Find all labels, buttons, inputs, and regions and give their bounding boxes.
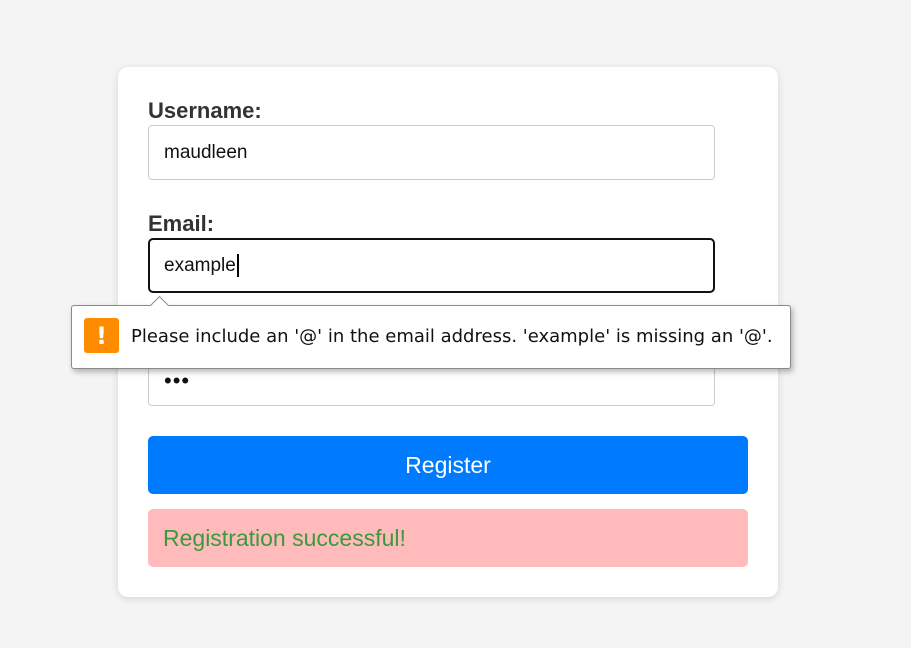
email-label: Email: [148, 211, 215, 236]
register-button[interactable]: Register [148, 436, 748, 494]
password-value: ••• [164, 367, 191, 393]
email-input[interactable]: example [148, 238, 715, 293]
text-caret [236, 254, 239, 277]
username-label: Username: [148, 98, 262, 123]
validation-tooltip: ! Please include an '@' in the email add… [71, 305, 791, 369]
email-value: example [164, 254, 236, 276]
warning-icon: ! [84, 318, 119, 353]
username-input[interactable]: maudleen [148, 125, 715, 180]
tooltip-arrow [148, 294, 170, 306]
username-value: maudleen [164, 141, 248, 163]
validation-message: Please include an '@' in the email addre… [131, 326, 773, 347]
status-message: Registration successful! [148, 509, 748, 567]
